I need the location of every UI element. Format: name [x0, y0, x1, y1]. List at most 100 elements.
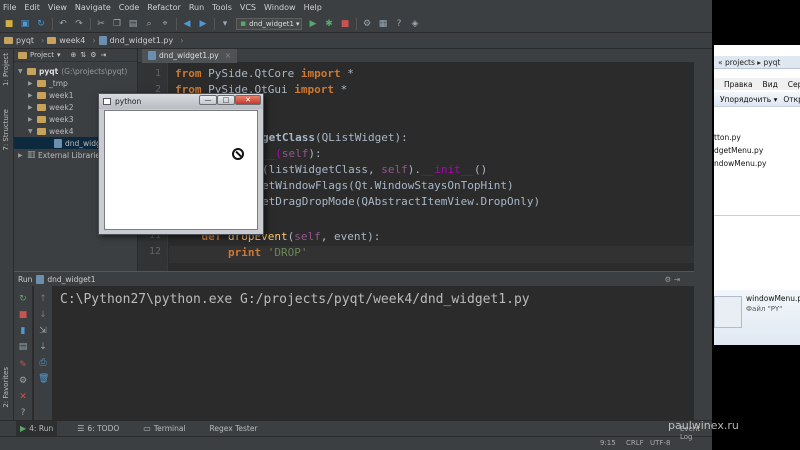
tab-regex-tester[interactable]: Regex Tester	[206, 421, 262, 437]
run-configuration-select[interactable]: ▪ dnd_widget1 ▾	[236, 17, 302, 30]
menu-help[interactable]: Help	[304, 3, 322, 12]
menu-edit[interactable]: Правка	[724, 80, 753, 89]
class-name: getClass	[262, 131, 315, 144]
tree-item-week4[interactable]: ▼ week4	[28, 125, 73, 137]
menu-vcs[interactable]: VCS	[240, 3, 256, 12]
menu-bar: File Edit View Navigate Code Refactor Ru…	[0, 0, 712, 15]
menu-code[interactable]: Code	[119, 3, 139, 12]
gear-icon[interactable]: ⚙ ⇥	[665, 275, 680, 284]
stop-icon[interactable]: ■	[18, 310, 28, 320]
help-icon[interactable]: ?	[18, 408, 28, 418]
project-panel-header: Project ▾ ⊕ ⇅ ⚙ ⇥	[14, 49, 137, 62]
trash-icon[interactable]: 🗑	[38, 374, 49, 384]
project-panel-title[interactable]: Project	[30, 51, 54, 59]
folder-icon	[37, 127, 46, 135]
back-icon[interactable]: ◀	[182, 19, 192, 29]
organize-button[interactable]: Упорядочить ▾	[720, 95, 777, 104]
tree-item-week1[interactable]: ▶ week1	[28, 89, 73, 101]
file-item[interactable]: ndowMenu.py	[714, 159, 766, 168]
scroll-to-end-icon[interactable]: ⇣	[38, 342, 48, 352]
code-text: __(	[262, 147, 282, 160]
minimize-button[interactable]: —	[199, 95, 217, 105]
menu-run[interactable]: Run	[189, 3, 204, 12]
target-icon[interactable]: ⊕	[70, 51, 76, 59]
tab-dnd-widget1[interactable]: dnd_widget1.py ×	[142, 48, 237, 63]
redo-icon[interactable]: ↷	[74, 19, 84, 29]
favorites-tool-tab[interactable]: 2: Favorites	[2, 367, 10, 408]
cursor-position[interactable]: 9:15	[600, 439, 616, 447]
build-icon[interactable]: ▾	[220, 19, 230, 29]
tab-todo[interactable]: ☰ 6: TODO	[73, 421, 123, 437]
list-widget-drop-area[interactable]	[104, 110, 258, 230]
menu-window[interactable]: Window	[264, 3, 296, 12]
settings-icon[interactable]: ⚙	[18, 376, 28, 386]
stop-icon[interactable]: ■	[340, 19, 350, 29]
replace-icon[interactable]: ⌖	[160, 19, 170, 29]
breadcrumb-file[interactable]: dnd_widget1.py	[98, 36, 173, 45]
find-icon[interactable]: ⌕	[144, 19, 154, 29]
menu-edit[interactable]: Edit	[24, 3, 40, 12]
explorer-menu: Правка Вид Сервис	[714, 78, 800, 90]
scroll-up-icon[interactable]: ↑	[38, 294, 48, 304]
maximize-button[interactable]: □	[217, 95, 235, 105]
tree-item-week2[interactable]: ▶ week2	[28, 101, 73, 113]
menu-view[interactable]: Вид	[763, 80, 778, 89]
soft-wrap-icon[interactable]: ⇲	[38, 326, 48, 336]
menu-refactor[interactable]: Refactor	[147, 3, 181, 12]
menu-view[interactable]: View	[48, 3, 67, 12]
help-icon[interactable]: ?	[394, 19, 404, 29]
gear-icon[interactable]: ⚙	[90, 51, 96, 59]
tree-item-week3[interactable]: ▶ week3	[28, 113, 73, 125]
close-tab-icon[interactable]: ×	[225, 51, 231, 60]
python-window-title: python	[115, 97, 142, 106]
forward-icon[interactable]: ▶	[198, 19, 208, 29]
paste-icon[interactable]: ▤	[128, 19, 138, 29]
layout-icon[interactable]: ▤	[18, 342, 28, 352]
menu-tools[interactable]: Tools	[212, 3, 232, 12]
undo-icon[interactable]: ↶	[58, 19, 68, 29]
menu-file[interactable]: File	[3, 3, 16, 12]
tree-root-project[interactable]: ▼ pyqt (G:\projects\pyqt)	[18, 65, 127, 77]
tree-item-external-libraries[interactable]: ▶ ▥ External Libraries	[18, 149, 104, 161]
line-separator[interactable]: CRLF	[626, 439, 644, 447]
rerun-icon[interactable]: ↻	[18, 294, 28, 304]
chevron-down-icon[interactable]: ▾	[57, 51, 61, 59]
debug-icon[interactable]: ✱	[324, 19, 334, 29]
copy-icon[interactable]: ❐	[112, 19, 122, 29]
tree-item-tmp[interactable]: ▶ _tmp	[28, 77, 68, 89]
file-item[interactable]: tton.py	[714, 133, 741, 142]
tab-run[interactable]: ▶ 4: Run	[16, 420, 58, 437]
save-all-icon[interactable]: ▣	[20, 19, 30, 29]
address-bar[interactable]: « projects ▸ pyqt	[714, 56, 800, 69]
menu-navigate[interactable]: Navigate	[75, 3, 111, 12]
print-icon[interactable]: ⎙	[38, 358, 48, 368]
file-item[interactable]: dgetMenu.py	[714, 146, 763, 155]
python-window-titlebar[interactable]: python — □ ✕	[99, 94, 263, 109]
file-encoding[interactable]: UTF-8	[650, 439, 670, 447]
code-text: (listWidgetClass,	[262, 163, 382, 176]
code-line-5: getClass(QListWidget):	[262, 131, 408, 144]
breadcrumb-project[interactable]: pyqt	[4, 36, 34, 45]
scroll-down-icon[interactable]: ↓	[38, 310, 48, 320]
plugin-icon[interactable]: ◈	[410, 19, 420, 29]
breadcrumb-folder[interactable]: week4	[47, 36, 85, 45]
divider	[714, 215, 800, 216]
project-tool-tab[interactable]: 1: Project	[2, 53, 10, 86]
sdk-icon[interactable]: ▦	[378, 19, 388, 29]
hide-icon[interactable]: ⇥	[101, 51, 107, 59]
pin-icon[interactable]: ✎	[18, 360, 28, 370]
close-button[interactable]: ✕	[235, 95, 261, 105]
resume-icon[interactable]: ▮	[18, 326, 28, 336]
cut-icon[interactable]: ✂	[96, 19, 106, 29]
structure-tool-tab[interactable]: 7: Structure	[2, 109, 10, 151]
tab-terminal[interactable]: ▭ Terminal	[139, 421, 189, 437]
run-icon[interactable]: ▶	[308, 19, 318, 29]
settings-icon[interactable]: ⚙	[362, 19, 372, 29]
open-folder-icon[interactable]: ■	[4, 19, 14, 29]
sync-icon[interactable]: ↻	[36, 19, 46, 29]
collapse-icon[interactable]: ⇅	[80, 51, 86, 59]
run-panel-config[interactable]: dnd_widget1	[47, 275, 95, 284]
open-button[interactable]: Открыть	[783, 95, 800, 104]
menu-tools[interactable]: Сервис	[788, 80, 800, 89]
close-icon[interactable]: ✕	[18, 392, 28, 402]
